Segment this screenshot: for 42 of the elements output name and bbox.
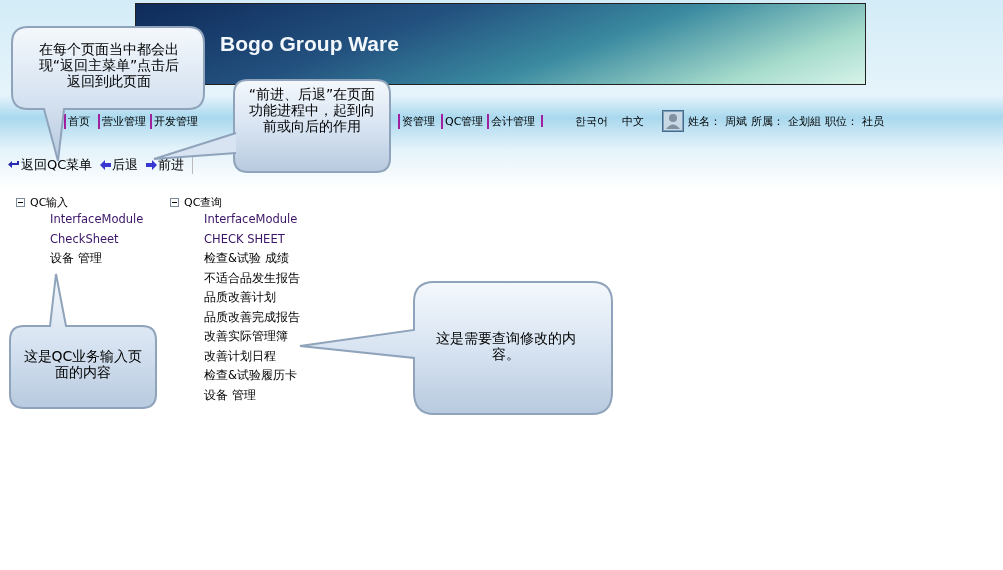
user-field-value: 企划組 [788, 113, 822, 129]
language-link[interactable]: 한국어 [575, 113, 609, 129]
callout-text: 这是需要查询修改的内容。 [435, 330, 577, 362]
collapse-icon[interactable] [16, 197, 25, 207]
user-field-label: 姓名： [688, 113, 722, 129]
tree-item-link[interactable]: InterfaceModule [204, 210, 324, 230]
callout-text: 这是QC业务输入页面的内容 [22, 348, 144, 380]
collapse-icon[interactable] [170, 197, 179, 207]
tree-item-link[interactable]: InterfaceModule [50, 210, 170, 230]
tree-item-link[interactable]: 设备 管理 [204, 385, 324, 405]
forward-link[interactable]: 前进 [146, 156, 185, 174]
nav-link[interactable]: QC管理 [441, 113, 484, 129]
user-field-value: 社员 [862, 113, 885, 129]
tree-item-link[interactable]: 检查&试验履历卡 [204, 366, 324, 386]
tree-item-link[interactable]: 不适合品发生报告 [204, 268, 324, 288]
tree-item-link[interactable]: CheckSheet [50, 229, 170, 249]
banner-title: Bogo Group Ware [220, 32, 399, 56]
user-field-label: 职位： [825, 113, 859, 129]
callout-text: “前进、后退”在页面功能进程中，起到向前或向后的作用 [247, 86, 377, 134]
tree-folder-label[interactable]: QC输入 [30, 194, 69, 210]
tree-item-link[interactable]: 检查&试验 成绩 [204, 249, 324, 269]
tree-item-link[interactable]: 品质改善完成报告 [204, 307, 324, 327]
tree-item-link[interactable]: CHECK SHEET [204, 229, 324, 249]
left-arrow-icon [100, 160, 112, 170]
tree-item-link[interactable]: 品质改善计划 [204, 288, 324, 308]
nav-link[interactable]: 营业管理 [98, 113, 146, 129]
user-field-value: 周斌 [725, 113, 748, 129]
nav-link[interactable]: 会计管理 [487, 113, 536, 129]
tree-folder-label[interactable]: QC查询 [184, 194, 223, 210]
user-avatar-icon [662, 110, 685, 132]
return-menu-link[interactable]: 返回QC菜单 [8, 156, 93, 174]
nav-link[interactable]: 资管理 [398, 113, 435, 129]
tree-item-link[interactable]: 改善实际管理簿 [204, 327, 324, 347]
tree-item-link[interactable]: 设备 管理 [50, 249, 170, 269]
right-arrow-icon [146, 160, 158, 170]
language-link[interactable]: 中文 [622, 113, 645, 129]
return-arrow-icon [8, 160, 20, 170]
callout-text: 在每个页面当中都会出现“返回主菜单”点击后返回到此页面 [38, 41, 180, 89]
back-link[interactable]: 后退 [100, 156, 139, 174]
nav-link[interactable]: 开发管理 [150, 113, 198, 129]
user-field-label: 所属： [751, 113, 785, 129]
tree-item-link[interactable]: 改善计划日程 [204, 346, 324, 366]
